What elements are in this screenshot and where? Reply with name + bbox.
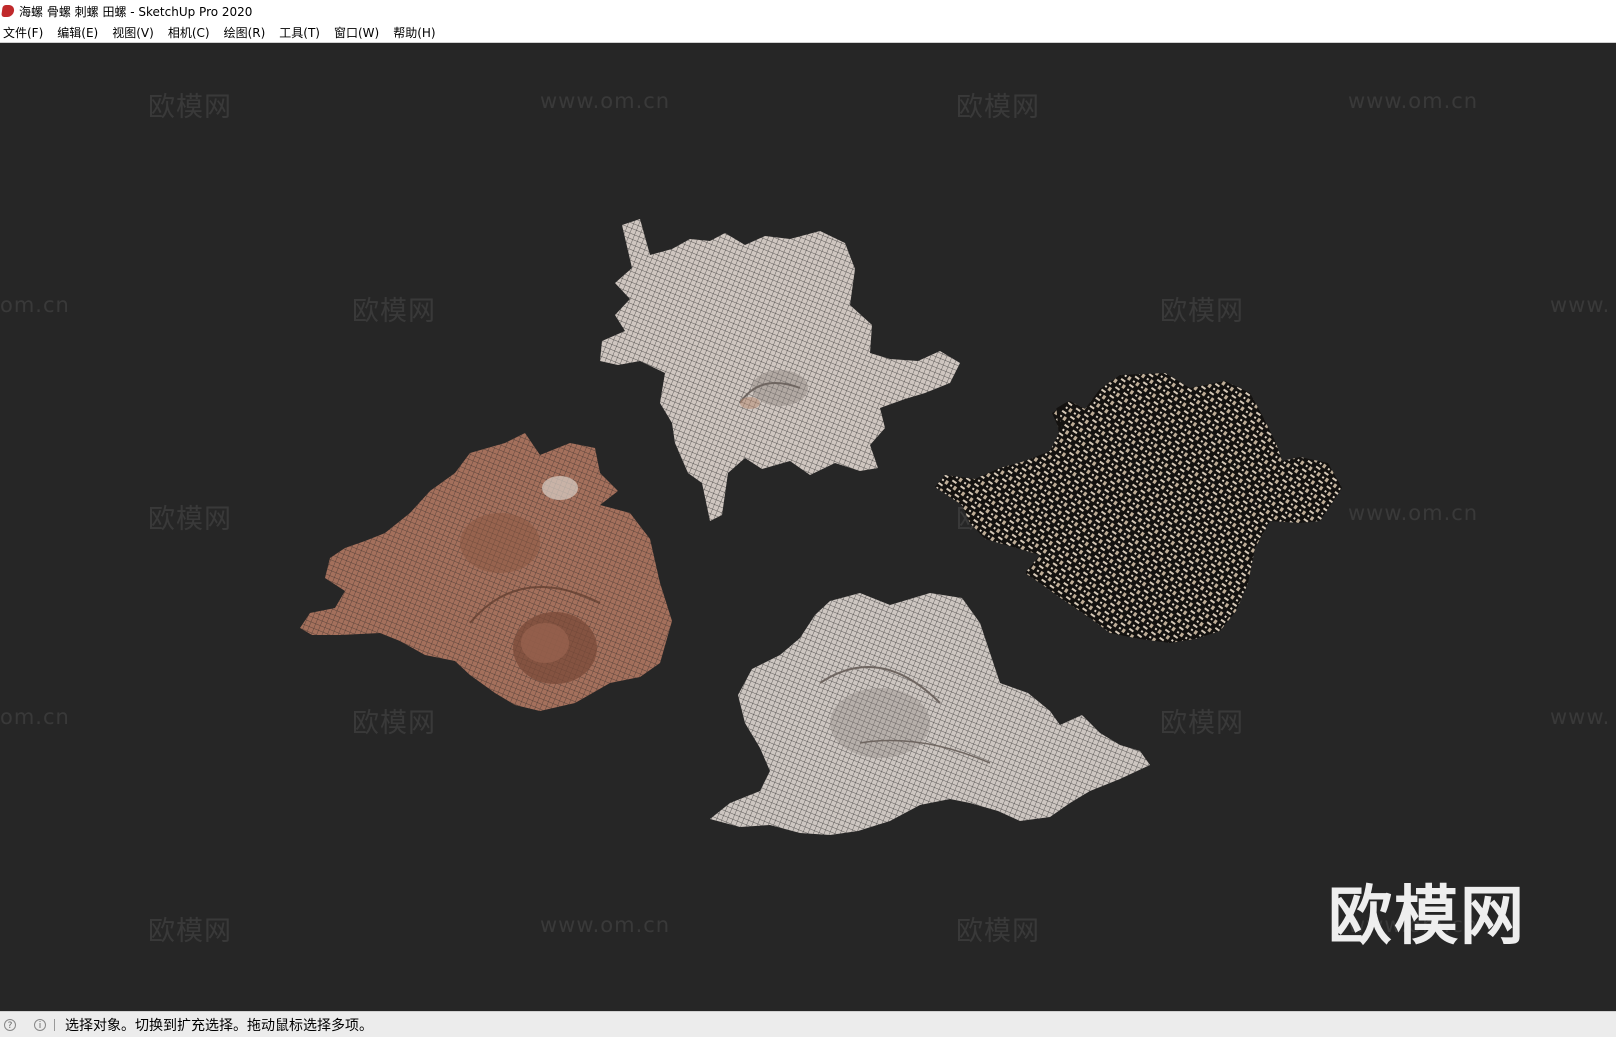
shell-brown-left[interactable] <box>300 433 672 711</box>
menu-camera[interactable]: 相机(C) <box>165 24 217 41</box>
menu-tools[interactable]: 工具(T) <box>276 24 327 41</box>
watermark-logo-large: 欧模网 <box>1328 880 1526 954</box>
menu-draw[interactable]: 绘图(R) <box>221 24 273 41</box>
help-icon[interactable]: ? <box>4 1018 16 1031</box>
window-title: 海螺 骨螺 刺螺 田螺 - SketchUp Pro 2020 <box>19 4 253 19</box>
shell-white-top[interactable] <box>600 219 960 521</box>
menu-bar: 文件(F) 编辑(E) 视图(V) 相机(C) 绘图(R) 工具(T) 窗口(W… <box>0 22 1616 43</box>
menu-file[interactable]: 文件(F) <box>0 24 50 41</box>
status-bar: ? i 选择对象。切换到扩充选择。拖动鼠标选择多项。 <box>0 1011 1616 1037</box>
menu-help[interactable]: 帮助(H) <box>390 24 442 41</box>
sketchup-icon <box>1 5 15 17</box>
info-icon[interactable]: i <box>34 1018 46 1031</box>
status-text: 选择对象。切换到扩充选择。拖动鼠标选择多项。 <box>65 1017 373 1034</box>
menu-edit[interactable]: 编辑(E) <box>54 24 105 41</box>
model-viewport[interactable]: 欧模网 www.om.cn 欧模网 www.om.cn om.cn 欧模网 欧模… <box>0 43 1616 1011</box>
shell-white-bottom[interactable] <box>710 593 1150 835</box>
title-bar: 海螺 骨螺 刺螺 田螺 - SketchUp Pro 2020 <box>0 0 1616 22</box>
menu-view[interactable]: 视图(V) <box>109 24 161 41</box>
menu-window[interactable]: 窗口(W) <box>331 24 386 41</box>
shell-dark-right[interactable] <box>935 373 1342 643</box>
status-separator <box>54 1018 55 1031</box>
